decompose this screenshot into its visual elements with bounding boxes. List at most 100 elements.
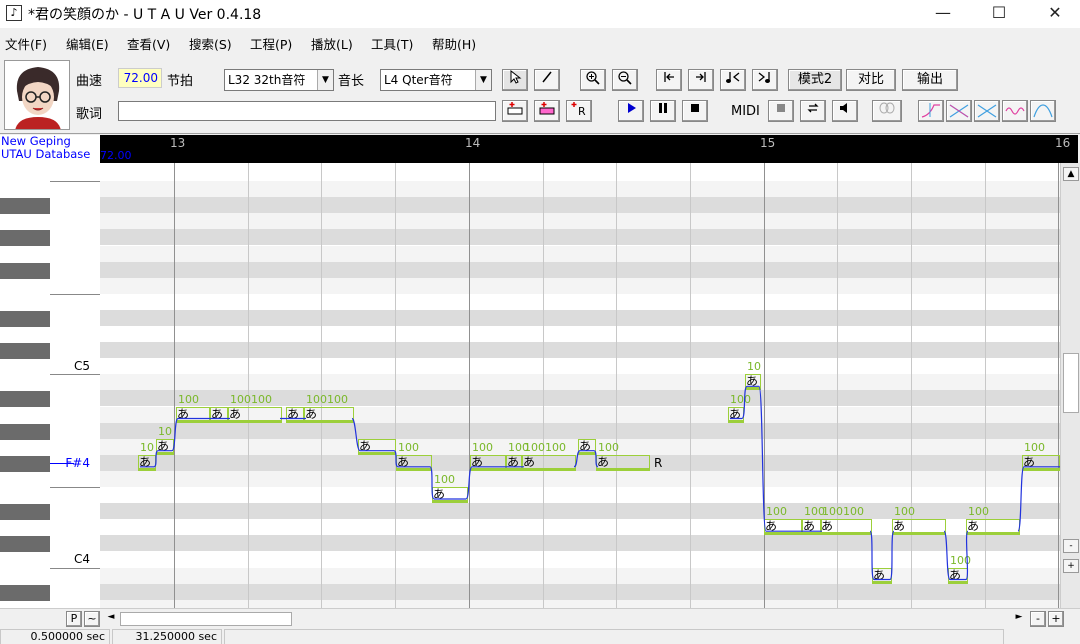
voicebank-db: UTAU Database — [1, 147, 91, 161]
quantize-value: L32 32th音符 — [228, 73, 306, 87]
zoom-minus-button[interactable]: - — [1063, 539, 1079, 553]
tempo-field[interactable]: 72.00 — [118, 68, 162, 88]
midi-loop-button[interactable] — [800, 100, 826, 122]
black-key[interactable] — [0, 343, 50, 360]
next-note-icon — [758, 72, 770, 83]
go-end-button[interactable] — [688, 69, 714, 91]
menu-tools[interactable]: 工具(T) — [371, 34, 413, 53]
black-key[interactable] — [0, 423, 50, 440]
voicebank-avatar[interactable] — [4, 60, 70, 130]
close-button[interactable]: ✕ — [1032, 0, 1078, 28]
lyric-label: 歌词 — [76, 107, 103, 122]
horizontal-scrollbar[interactable]: P ~ ◄ ► - + — [0, 608, 1080, 628]
key-divider — [50, 374, 100, 376]
minimize-button[interactable]: — — [920, 0, 966, 28]
cursor-icon — [510, 69, 522, 84]
zoom-in-button[interactable] — [580, 69, 606, 91]
menu-file[interactable]: 文件(F) — [5, 34, 47, 53]
black-key[interactable] — [0, 584, 50, 601]
scroll-up-button[interactable]: ▲ — [1063, 167, 1079, 181]
speaker-button[interactable] — [832, 100, 858, 122]
menu-play[interactable]: 播放(L) — [311, 34, 353, 53]
go-start-button[interactable] — [656, 69, 682, 91]
menu-bar: 文件(F) 编辑(E) 查看(V) 搜索(S) 工程(P) 播放(L) 工具(T… — [0, 30, 1080, 54]
horizontal-scroll-thumb[interactable] — [120, 612, 292, 626]
h-zoom-plus-button[interactable]: + — [1048, 611, 1064, 627]
measure-ruler[interactable]: 72.00 13 14 15 16 — [100, 135, 1078, 163]
insert-pink-note-icon — [539, 102, 555, 115]
menu-view[interactable]: 查看(V) — [127, 34, 170, 53]
tilde-button[interactable]: ~ — [84, 611, 100, 627]
key-divider — [50, 487, 100, 488]
midi-record-button[interactable] — [768, 100, 794, 122]
zoom-in-icon — [586, 71, 600, 85]
black-key[interactable] — [0, 455, 50, 472]
measure-number: 16 — [1055, 136, 1071, 150]
prev-note-button[interactable] — [720, 69, 746, 91]
toolbar: 曲速 72.00 节拍 L32 32th音符 ▼ 音长 L4 Qter音符 ▼ … — [0, 56, 1080, 134]
reset-button[interactable] — [1030, 100, 1056, 122]
length-value: L4 Qter音符 — [384, 73, 453, 87]
pencil-tool-button[interactable] — [534, 69, 560, 91]
speaker-icon — [840, 103, 847, 113]
compare-button[interactable]: 对比 — [846, 69, 896, 91]
go-end-icon — [696, 72, 706, 82]
black-key[interactable] — [0, 310, 50, 327]
insert-rest-button[interactable]: R — [566, 100, 592, 122]
insert-note-button[interactable] — [502, 100, 528, 122]
tempo-label: 曲速 — [76, 74, 103, 89]
output-button[interactable]: 输出 — [902, 69, 958, 91]
vpt-button[interactable] — [1002, 100, 1028, 122]
d2p3-button[interactable] — [946, 100, 972, 122]
cpt-icon — [921, 103, 940, 118]
window-title: *君の笑顔のか - U T A U Ver 0.4.18 — [28, 7, 262, 23]
key-divider — [50, 181, 100, 183]
status-bar: 0.500000 sec 31.250000 sec — [0, 628, 1080, 644]
next-note-button[interactable] — [752, 69, 778, 91]
scroll-left-button[interactable]: ◄ — [104, 612, 118, 622]
insert-pink-note-button[interactable] — [534, 100, 560, 122]
zoom-out-icon — [618, 71, 632, 85]
menu-search[interactable]: 搜索(S) — [189, 34, 232, 53]
pitch-line — [140, 385, 1060, 581]
title-bar: ♪ *君の笑顔のか - U T A U Ver 0.4.18 — ☐ ✕ — [0, 0, 1080, 28]
mode2-button[interactable]: 模式2 — [788, 69, 842, 91]
play-button[interactable] — [618, 100, 644, 122]
menu-edit[interactable]: 编辑(E) — [66, 34, 109, 53]
stop-button[interactable] — [682, 100, 708, 122]
menu-project[interactable]: 工程(P) — [250, 34, 292, 53]
h-zoom-minus-button[interactable]: - — [1030, 611, 1046, 627]
piano-roll[interactable]: C5 F#4 C4 あ 10 あ 10 あ 100 ああ 100100 ああ 100100 ああ 100 あ… — [0, 163, 1060, 608]
zoom-out-button[interactable] — [612, 69, 638, 91]
zoom-plus-button[interactable]: + — [1063, 559, 1079, 573]
quantize-select[interactable]: L32 32th音符 ▼ — [224, 69, 334, 91]
black-key[interactable] — [0, 391, 50, 408]
voicebank-info[interactable]: New Geping UTAU Database — [0, 135, 100, 163]
d2p3-icon — [949, 104, 969, 118]
lyric-input[interactable] — [118, 101, 496, 121]
black-key[interactable] — [0, 198, 50, 215]
loop-icon — [807, 103, 819, 113]
p-button[interactable]: P — [66, 611, 82, 627]
menu-help[interactable]: 帮助(H) — [432, 34, 476, 53]
chevron-down-icon: ▼ — [317, 70, 333, 90]
vertical-scrollbar[interactable]: ▲ - + — [1060, 163, 1080, 608]
a-cpt-button[interactable] — [918, 100, 944, 122]
black-key[interactable] — [0, 230, 50, 247]
maximize-button[interactable]: ☐ — [976, 0, 1022, 28]
d3p4-icon — [977, 104, 997, 118]
black-key[interactable] — [0, 536, 50, 553]
select-tool-button[interactable] — [502, 69, 528, 91]
length-select[interactable]: L4 Qter音符 ▼ — [380, 69, 492, 91]
tempo-marker: 72.00 — [100, 149, 132, 162]
d3p4-button[interactable] — [974, 100, 1000, 122]
pause-icon — [659, 103, 667, 113]
black-key[interactable] — [0, 504, 50, 521]
scroll-right-button[interactable]: ► — [1012, 612, 1026, 622]
chevron-down-icon: ▼ — [475, 70, 491, 90]
pause-button[interactable] — [650, 100, 676, 122]
piano-keyboard[interactable]: C5 F#4 C4 — [0, 163, 100, 608]
link-button[interactable] — [872, 100, 902, 122]
vertical-scroll-thumb[interactable] — [1063, 353, 1079, 413]
black-key[interactable] — [0, 262, 50, 279]
